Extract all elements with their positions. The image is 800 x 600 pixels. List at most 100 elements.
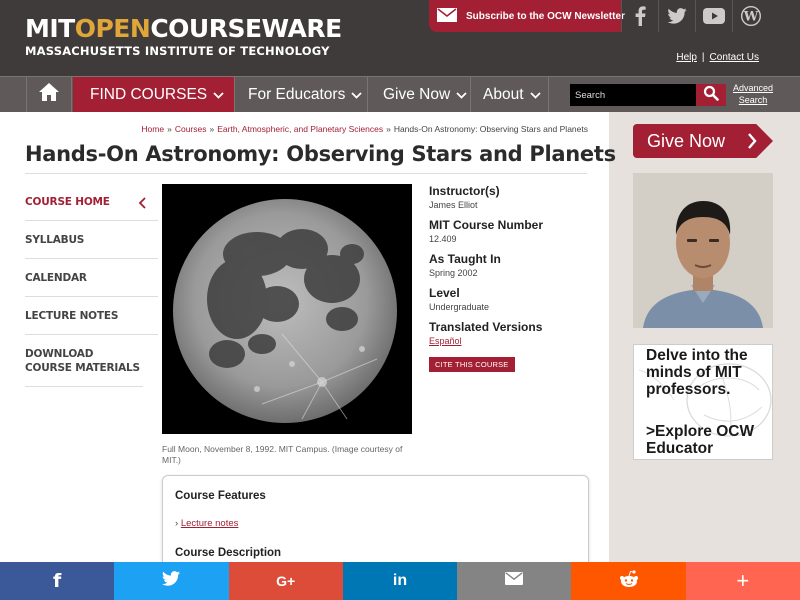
sidenav-item-label: DOWNLOAD COURSE MATERIALS — [25, 348, 140, 374]
contact-us-link[interactable]: Contact Us — [710, 52, 759, 63]
breadcrumb-current: Hands-On Astronomy: Observing Stars and … — [393, 124, 588, 134]
chevron-left-icon[interactable] — [138, 197, 146, 213]
home-icon — [38, 82, 60, 107]
sidenav-item-label: SYLLABUS — [25, 234, 85, 246]
share-facebook-button[interactable]: f — [0, 562, 115, 600]
find-courses-label: FIND COURSES — [90, 85, 208, 103]
sidenav-item-syllabus[interactable]: SYLLABUS — [25, 221, 158, 259]
give-now-menu[interactable]: Give Now — [369, 77, 471, 112]
breadcrumb-courses[interactable]: Courses — [175, 124, 207, 134]
utility-separator: | — [701, 52, 705, 63]
about-label: About — [483, 85, 524, 103]
taught-in-label: As Taught In — [429, 252, 501, 266]
advanced-search-link[interactable]: Advanced Search — [733, 82, 773, 106]
sidenav-item-calendar[interactable]: CALENDAR — [25, 259, 158, 297]
help-link[interactable]: Help — [676, 52, 697, 63]
sidenav-item-label: CALENDAR — [25, 272, 87, 284]
home-button[interactable] — [26, 77, 72, 112]
share-google-plus-button[interactable]: G+ — [228, 562, 343, 600]
breadcrumb: Home» Courses» Earth, Atmospheric, and Pla… — [141, 124, 588, 134]
course-feature-item: › Lecture notes — [175, 518, 238, 529]
advanced-search-line1: Advanced — [733, 83, 774, 93]
title-divider — [25, 173, 587, 174]
youtube-icon[interactable] — [695, 0, 732, 32]
ocw-educator-ad[interactable]: Delve into the minds of MIT professors. … — [633, 344, 773, 460]
logo-wordmark: MITOPENCOURSEWARE — [25, 14, 342, 43]
for-educators-menu[interactable]: For Educators — [236, 77, 368, 112]
course-number-value: 12.409 — [429, 234, 457, 244]
plus-icon: + — [736, 568, 750, 593]
svg-text:W: W — [743, 10, 759, 25]
course-description-title: Course Description — [175, 547, 282, 559]
reddit-icon — [619, 569, 639, 593]
sidenav-item-download-course-materials[interactable]: DOWNLOAD COURSE MATERIALS — [25, 335, 143, 387]
share-twitter-button[interactable] — [114, 562, 229, 600]
facebook-icon[interactable] — [621, 0, 658, 32]
social-share-bar: f G+ in + — [0, 562, 800, 600]
cite-course-button[interactable]: CITE THIS COURSE — [429, 357, 515, 372]
logo-subtitle: MASSACHUSETTS INSTITUTE OF TECHNOLOGY — [25, 44, 330, 58]
search-input[interactable] — [570, 84, 696, 106]
newsletter-subscribe-button[interactable]: Subscribe to the OCW Newsletter — [429, 0, 625, 32]
translated-versions-label: Translated Versions — [429, 320, 543, 334]
advanced-search-line2: Search — [738, 95, 768, 105]
instructor-value: James Elliot — [429, 200, 478, 210]
course-features-title: Course Features — [175, 490, 266, 502]
breadcrumb-separator: » — [167, 124, 172, 134]
utility-links: Help | Contact Us — [676, 52, 759, 63]
chevron-down-icon — [351, 86, 362, 104]
breadcrumb-separator: » — [209, 124, 215, 134]
level-value: Undergraduate — [429, 302, 490, 312]
email-icon — [505, 572, 524, 590]
ad-headline: Delve into the minds of MIT professors. — [646, 347, 748, 398]
course-sidenav: COURSE HOME SYLLABUS CALENDAR LECTURE NO… — [25, 183, 158, 387]
course-image — [162, 184, 412, 434]
breadcrumb-separator: » — [386, 124, 391, 134]
breadcrumb-department[interactable]: Earth, Atmospheric, and Planetary Scienc… — [217, 124, 383, 134]
newsletter-label: Subscribe to the OCW Newsletter — [466, 10, 625, 22]
sidenav-item-label: LECTURE NOTES — [25, 310, 119, 322]
share-linkedin-button[interactable]: in — [342, 562, 458, 600]
sidenav-item-course-home[interactable]: COURSE HOME — [25, 183, 158, 221]
about-menu[interactable]: About — [472, 77, 549, 112]
give-now-label: Give Now — [647, 130, 726, 151]
sidenav-item-lecture-notes[interactable]: LECTURE NOTES — [25, 297, 158, 335]
professor-photo[interactable] — [633, 173, 773, 328]
instructor-label: Instructor(s) — [429, 184, 500, 198]
translated-version-link[interactable]: Español — [429, 335, 589, 347]
search-button[interactable] — [696, 84, 726, 106]
chevron-right-icon — [747, 133, 757, 154]
lecture-notes-link[interactable]: Lecture notes — [181, 518, 239, 529]
give-now-label: Give Now — [383, 85, 451, 103]
full-moon-image — [173, 199, 397, 423]
breadcrumb-home[interactable]: Home — [141, 124, 164, 134]
bullet-chevron: › — [175, 518, 179, 529]
page-title: Hands-On Astronomy: Observing Stars and … — [25, 142, 616, 166]
image-caption: Full Moon, November 8, 1992. MIT Campus.… — [162, 444, 403, 465]
chevron-down-icon — [456, 86, 467, 104]
taught-in-value: Spring 2002 — [429, 268, 478, 278]
course-info: Instructor(s) James Elliot MIT Course Nu… — [429, 184, 589, 372]
share-more-button[interactable]: + — [685, 562, 800, 600]
search-form — [570, 84, 726, 106]
share-email-button[interactable] — [457, 562, 572, 600]
search-icon — [703, 85, 719, 106]
share-reddit-button[interactable] — [571, 562, 686, 600]
find-courses-menu[interactable]: FIND COURSES — [73, 77, 235, 112]
wordpress-icon[interactable]: W — [732, 0, 769, 32]
mail-icon — [437, 7, 457, 25]
facebook-icon: f — [53, 570, 62, 592]
twitter-icon[interactable] — [658, 0, 695, 32]
ocw-logo[interactable]: MITOPENCOURSEWARE MASSACHUSETTS INSTITUT… — [25, 14, 342, 58]
chevron-down-icon — [213, 86, 224, 104]
course-number-label: MIT Course Number — [429, 218, 544, 232]
give-now-button[interactable]: Give Now — [633, 124, 773, 158]
twitter-icon — [162, 571, 181, 591]
level-label: Level — [429, 286, 460, 300]
for-educators-label: For Educators — [248, 85, 346, 103]
linkedin-icon: in — [392, 572, 408, 589]
main-content: Home» Courses» Earth, Atmospheric, and Pla… — [0, 112, 616, 600]
ad-cta: >Explore OCW Educator — [646, 423, 755, 457]
sidenav-item-label: COURSE HOME — [25, 196, 110, 208]
chevron-down-icon — [529, 86, 541, 104]
